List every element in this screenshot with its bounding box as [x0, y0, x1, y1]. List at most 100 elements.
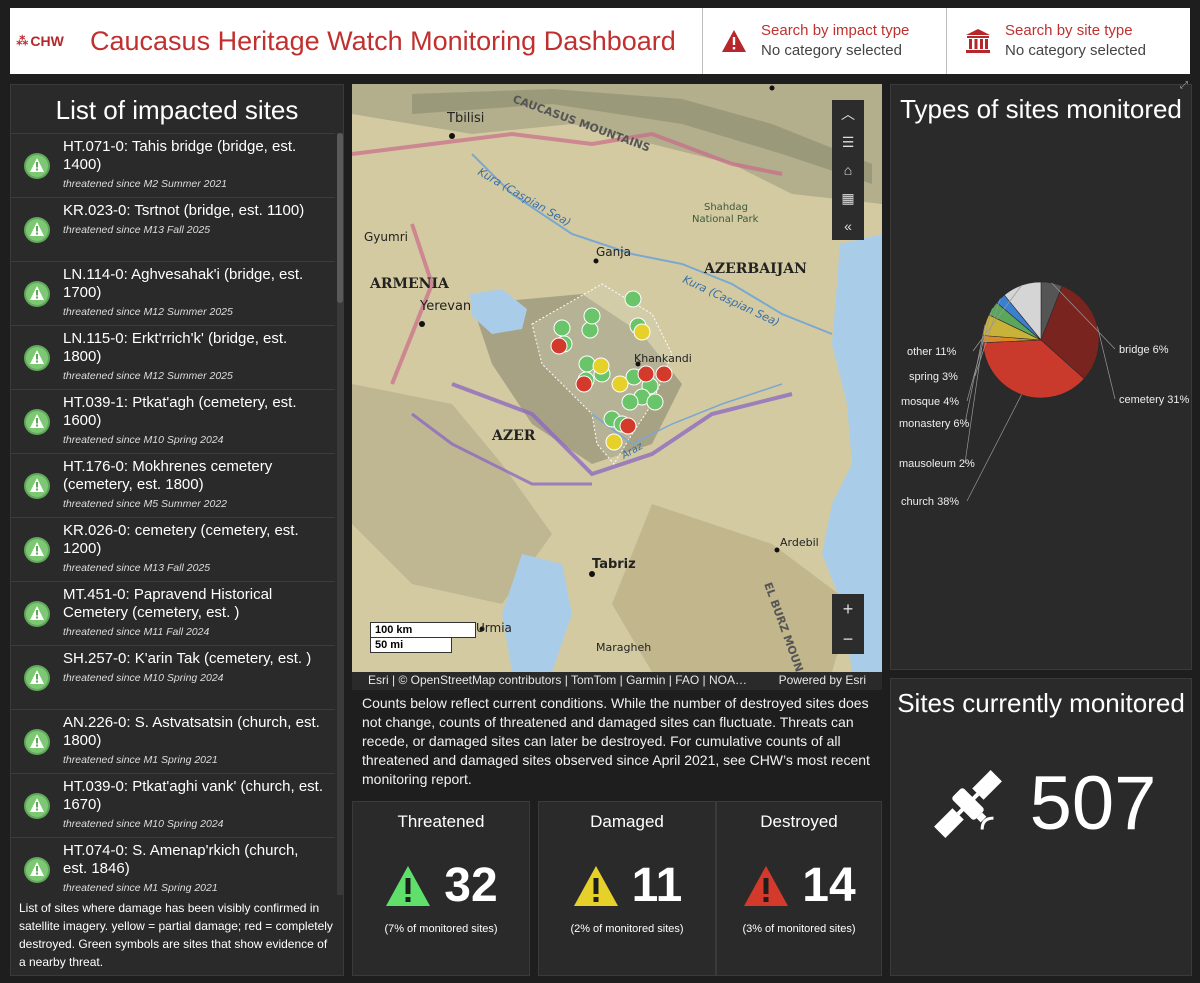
- damaged-count: 11: [631, 859, 683, 912]
- site-status: threatened since M13 Fall 2025: [63, 224, 211, 236]
- threatened-warning-icon: [386, 865, 431, 906]
- site-filter-label: Search by site type: [1005, 22, 1133, 39]
- damaged-warning-icon: [573, 865, 618, 906]
- site-name: LN.114-0: Aghvesahak'i (bridge, est. 170…: [63, 266, 304, 301]
- pie-label-cemetery: cemetery 31%: [1119, 394, 1190, 406]
- pie-label-monastery: monastery 6%: [899, 418, 970, 430]
- expand-icon[interactable]: ⤢: [1180, 80, 1196, 96]
- list-item[interactable]: KR.026-0: cemetery (cemetery, est. 1200)…: [11, 517, 335, 581]
- map-scale-bar: 100 km 50 mi: [370, 622, 476, 653]
- site-types-pie-chart[interactable]: bridge 6% cemetery 31% church 38% mausoleum…: [891, 155, 1191, 625]
- pie-label-other: other 11%: [907, 346, 957, 358]
- site-status: threatened since M11 Fall 2024: [63, 626, 210, 638]
- threatened-site-icon: [11, 266, 63, 321]
- collapse-left-icon[interactable]: «: [832, 212, 864, 240]
- threatened-site-icon: [11, 458, 63, 513]
- destroyed-tile: Destroyed 14 (3% of monitored sites): [716, 801, 882, 976]
- destroyed-pct: (3% of monitored sites): [742, 923, 856, 935]
- list-item[interactable]: HT.071-0: Tahis bridge (bridge, est. 140…: [11, 133, 335, 197]
- threatened-site-icon: [11, 650, 63, 705]
- page-title: Caucasus Heritage Watch Monitoring Dashb…: [90, 25, 676, 56]
- site-filter-value: No category selected: [1005, 42, 1146, 59]
- damaged-title: Damaged: [590, 812, 664, 831]
- map-label-azer: AZER: [491, 428, 536, 444]
- map-label-armenia: ARMENIA: [369, 276, 450, 292]
- zoom-out-button[interactable]: −: [832, 624, 864, 654]
- list-item[interactable]: HT.039-0: Ptkat'aghi vank' (church, est.…: [11, 773, 335, 837]
- list-note: List of sites where damage has been visi…: [11, 895, 343, 975]
- site-name: MT.451-0: Papravend Historical Cemetery …: [63, 586, 273, 621]
- destroyed-title: Destroyed: [760, 812, 838, 831]
- attribution-text[interactable]: Esri | © OpenStreetMap contributors | To…: [368, 673, 747, 687]
- threatened-site-icon: [11, 778, 63, 833]
- zoom-controls: + −: [832, 594, 864, 654]
- list-item[interactable]: AN.226-0: S. Astvatsatsin (church, est. …: [11, 709, 335, 773]
- site-status: threatened since M1 Spring 2021: [63, 882, 218, 894]
- map-view[interactable]: Tbilisi CAUCASUS MOUNTAINS Kura (Caspian…: [352, 84, 882, 672]
- zoom-in-button[interactable]: +: [832, 594, 864, 624]
- impact-type-filter[interactable]: Search by impact type No category select…: [702, 8, 946, 74]
- threatened-site-icon: [11, 138, 63, 193]
- satellite-icon: [933, 769, 1002, 838]
- legend-list-icon[interactable]: ☰: [832, 128, 864, 156]
- sites-monitored-panel: Sites currently monitored 507: [890, 678, 1192, 976]
- site-name: HT.039-0: Ptkat'aghi vank' (church, est.…: [63, 778, 324, 813]
- map-label-ganja: Ganja: [596, 245, 631, 259]
- site-types-panel: Types of sites monitored bridge 6% cemete…: [890, 84, 1192, 670]
- list-item[interactable]: MT.451-0: Papravend Historical Cemetery …: [11, 581, 335, 645]
- site-status: threatened since M5 Summer 2022: [63, 498, 228, 510]
- threatened-title: Threatened: [397, 812, 485, 831]
- list-item[interactable]: HT.074-0: S. Amenap'rkich (church, est. …: [11, 837, 335, 901]
- pie-label-mausoleum: mausoleum 2%: [899, 458, 975, 470]
- basemap-gallery-icon[interactable]: ▦: [832, 184, 864, 212]
- map-label-urmia: Urmia: [476, 621, 512, 635]
- impacted-sites-panel: List of impacted sites HT.071-0: Tahis b…: [10, 84, 344, 976]
- site-name: HT.176-0: Mokhrenes cemetery (cemetery, …: [63, 458, 273, 493]
- pie-label-bridge: bridge 6%: [1119, 344, 1169, 356]
- pie-leader-line: [964, 339, 984, 464]
- map-label-yerevan: Yerevan: [419, 299, 471, 314]
- list-item[interactable]: HT.039-1: Ptkat'agh (cemetery, est. 1600…: [11, 389, 335, 453]
- site-status: threatened since M10 Spring 2024: [63, 434, 224, 446]
- logo-text: CHW: [30, 33, 64, 49]
- map-label-shahdag: Shahdag: [704, 202, 748, 213]
- pie-label-mosque: mosque 4%: [901, 396, 959, 408]
- header-bar: ⁂ CHW Caucasus Heritage Watch Monitoring …: [10, 8, 1190, 74]
- pie-leader-line: [966, 394, 1022, 502]
- pie-label-spring: spring 3%: [909, 371, 958, 383]
- site-status: threatened since M10 Spring 2024: [63, 818, 224, 830]
- map-attribution: Esri | © OpenStreetMap contributors | To…: [352, 672, 882, 690]
- threatened-site-icon: [11, 586, 63, 641]
- threatened-pct: (7% of monitored sites): [384, 923, 498, 935]
- map-canvas[interactable]: Tbilisi CAUCASUS MOUNTAINS Kura (Caspian…: [352, 84, 882, 672]
- collapse-up-icon[interactable]: ︿: [832, 100, 864, 128]
- home-icon[interactable]: ⌂: [832, 156, 864, 184]
- map-label-gyumri: Gyumri: [364, 230, 408, 244]
- pie-leader-line: [964, 324, 986, 424]
- site-name: HT.039-1: Ptkat'agh (cemetery, est. 1600…: [63, 394, 297, 429]
- powered-by-esri[interactable]: Powered by Esri: [779, 673, 866, 687]
- list-item[interactable]: LN.115-0: Erkt'rrich'k' (bridge, est. 18…: [11, 325, 335, 389]
- map-label-maragheh: Maragheh: [596, 641, 651, 654]
- list-scrollbar[interactable]: [337, 133, 343, 973]
- map-label-tbilisi: Tbilisi: [446, 111, 484, 126]
- threatened-site-icon: [11, 714, 63, 769]
- sites-count: 507: [1029, 761, 1157, 846]
- list-item[interactable]: HT.176-0: Mokhrenes cemetery (cemetery, …: [11, 453, 335, 517]
- map-label-ardebil: Ardebil: [780, 536, 819, 549]
- threatened-site-icon: [11, 842, 63, 897]
- list-item[interactable]: LN.114-0: Aghvesahak'i (bridge, est. 170…: [11, 261, 335, 325]
- map-label-national-park: National Park: [692, 214, 759, 225]
- threatened-count: 32: [444, 859, 498, 912]
- counts-note: Counts below reflect current conditions.…: [362, 695, 870, 787]
- map-label-azerbaijan: AZERBAIJAN: [703, 261, 807, 277]
- scrollbar-thumb[interactable]: [337, 133, 343, 303]
- chw-logo[interactable]: ⁂ CHW: [10, 33, 70, 49]
- impacted-sites-list[interactable]: HT.071-0: Tahis bridge (bridge, est. 140…: [11, 133, 335, 977]
- list-item[interactable]: SH.257-0: K'arin Tak (cemetery, est. ) th…: [11, 645, 335, 709]
- threatened-site-icon: [11, 202, 63, 257]
- list-item[interactable]: KR.023-0: Tsrtnot (bridge, est. 1100) thr…: [11, 197, 335, 261]
- site-status: threatened since M10 Spring 2024: [63, 672, 224, 684]
- impact-filter-value: No category selected: [761, 42, 902, 59]
- site-type-filter[interactable]: Search by site type No category selected: [946, 8, 1190, 74]
